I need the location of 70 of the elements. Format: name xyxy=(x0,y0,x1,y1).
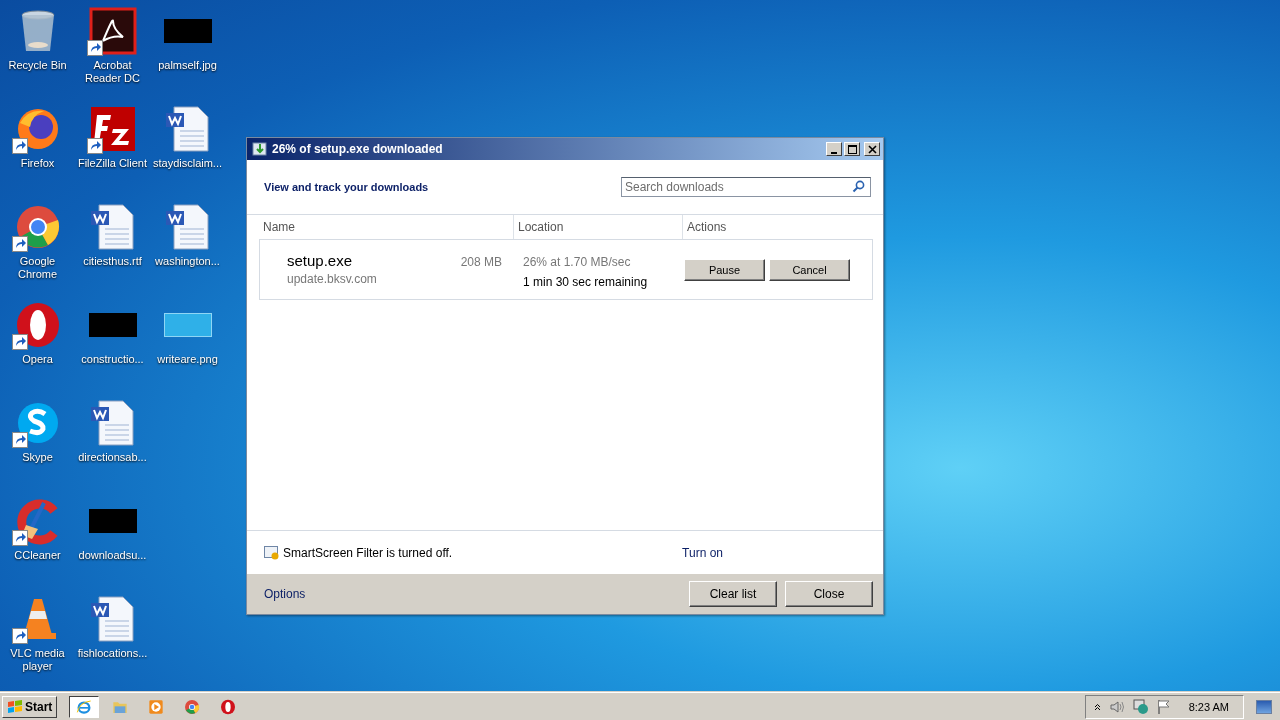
minimize-icon xyxy=(831,151,837,154)
desktop-icon-label[interactable]: Firefox xyxy=(20,157,55,170)
start-button[interactable]: Start xyxy=(2,696,58,718)
desktop-icon-label[interactable]: writeare.png xyxy=(157,353,218,366)
flag-icon[interactable] xyxy=(1156,699,1171,715)
window-title: 26% of setup.exe downloaded xyxy=(272,142,444,156)
desktop-icon-label[interactable]: FileZilla Client xyxy=(77,157,148,170)
desktop-icon-label[interactable]: palmself.jpg xyxy=(158,59,217,72)
network-icon[interactable] xyxy=(1132,699,1149,715)
word-document-icon xyxy=(88,399,137,447)
maximize-button[interactable] xyxy=(844,142,860,156)
speaker-icon[interactable] xyxy=(1108,700,1125,714)
dialog-button[interactable]: Clear list xyxy=(689,581,777,607)
filezilla-icon xyxy=(88,105,137,153)
shield-warning-icon xyxy=(264,545,280,560)
desktop-icon-label[interactable]: Opera xyxy=(22,353,53,366)
folder-icon xyxy=(112,699,129,715)
desktop-icon-label[interactable]: fishlocations... xyxy=(77,647,148,660)
close-button[interactable] xyxy=(864,142,880,156)
word-document-icon xyxy=(88,595,137,643)
desktop-icon-label[interactable]: Recycle Bin xyxy=(8,59,67,72)
search-icon[interactable] xyxy=(852,180,865,193)
internet-explorer-icon xyxy=(76,699,93,715)
image-thumbnail-icon xyxy=(88,509,137,533)
download-row[interactable]: setup.exe 208 MB update.bksv.com 26% at 1.70 MB/sec 1 min 30 sec remaining Pause Cancel xyxy=(259,239,873,300)
image-thumbnail-icon xyxy=(163,313,212,337)
download-action-button[interactable]: Pause xyxy=(684,259,765,281)
clock[interactable]: 8:23 AM xyxy=(1188,701,1229,713)
options-link[interactable]: Options xyxy=(264,587,306,601)
window-heading: View and track your downloads xyxy=(264,181,429,193)
media-player-icon xyxy=(148,699,165,715)
file-name: setup.exe xyxy=(287,252,353,269)
maximize-icon xyxy=(847,144,857,154)
word-document-icon xyxy=(163,105,212,153)
download-action-button[interactable]: Cancel xyxy=(769,259,850,281)
minimize-button[interactable] xyxy=(826,142,842,156)
transfer-status: 26% at 1.70 MB/sec xyxy=(523,255,632,269)
desktop-icon-label[interactable]: staydisclaim... xyxy=(152,157,223,170)
desktop-icon-label[interactable]: washington... xyxy=(155,255,220,268)
desktop-icon-label[interactable]: CCleaner xyxy=(14,549,61,562)
search-field[interactable]: Search downloads xyxy=(621,177,871,197)
image-thumbnail-icon xyxy=(163,19,212,43)
chrome-icon xyxy=(184,699,201,715)
close-icon xyxy=(867,144,877,154)
smartscreen-message: SmartScreen Filter is turned off. xyxy=(283,545,453,560)
acrobat-icon xyxy=(88,7,137,55)
desktop-icon-label[interactable]: Skype xyxy=(22,451,53,464)
desktop-icon-label[interactable]: citiesthus.rtf xyxy=(83,255,142,268)
desktop-icon-label[interactable]: Acrobat Reader DC xyxy=(75,59,150,85)
image-thumbnail-icon xyxy=(88,313,137,337)
desktop-icon-label[interactable]: constructio... xyxy=(81,353,144,366)
chevron-up-icon[interactable] xyxy=(1093,703,1101,711)
desktop-icon-label[interactable]: VLC media player xyxy=(0,647,75,673)
download-source: update.bksv.com xyxy=(287,272,378,286)
desktop-icon-label[interactable]: Google Chrome xyxy=(0,255,75,281)
desktop-icon-label[interactable]: downloadsu... xyxy=(78,549,147,562)
column-header[interactable]: Actions xyxy=(683,215,727,239)
word-document-icon xyxy=(163,203,212,251)
file-size: 208 MB xyxy=(460,255,502,269)
desktop-icon-label[interactable]: directionsab... xyxy=(78,451,147,464)
time-remaining: 1 min 30 sec remaining xyxy=(523,275,649,289)
opera-icon xyxy=(220,699,237,715)
windows-logo-icon xyxy=(7,700,23,714)
taskbar-app-button[interactable] xyxy=(69,696,100,718)
download-icon xyxy=(252,141,268,157)
column-header[interactable]: Name xyxy=(247,215,514,239)
turn-on-link[interactable]: Turn on xyxy=(682,545,723,560)
word-document-icon xyxy=(88,203,137,251)
dialog-button[interactable]: Close xyxy=(785,581,873,607)
column-header[interactable]: Location xyxy=(514,215,683,239)
